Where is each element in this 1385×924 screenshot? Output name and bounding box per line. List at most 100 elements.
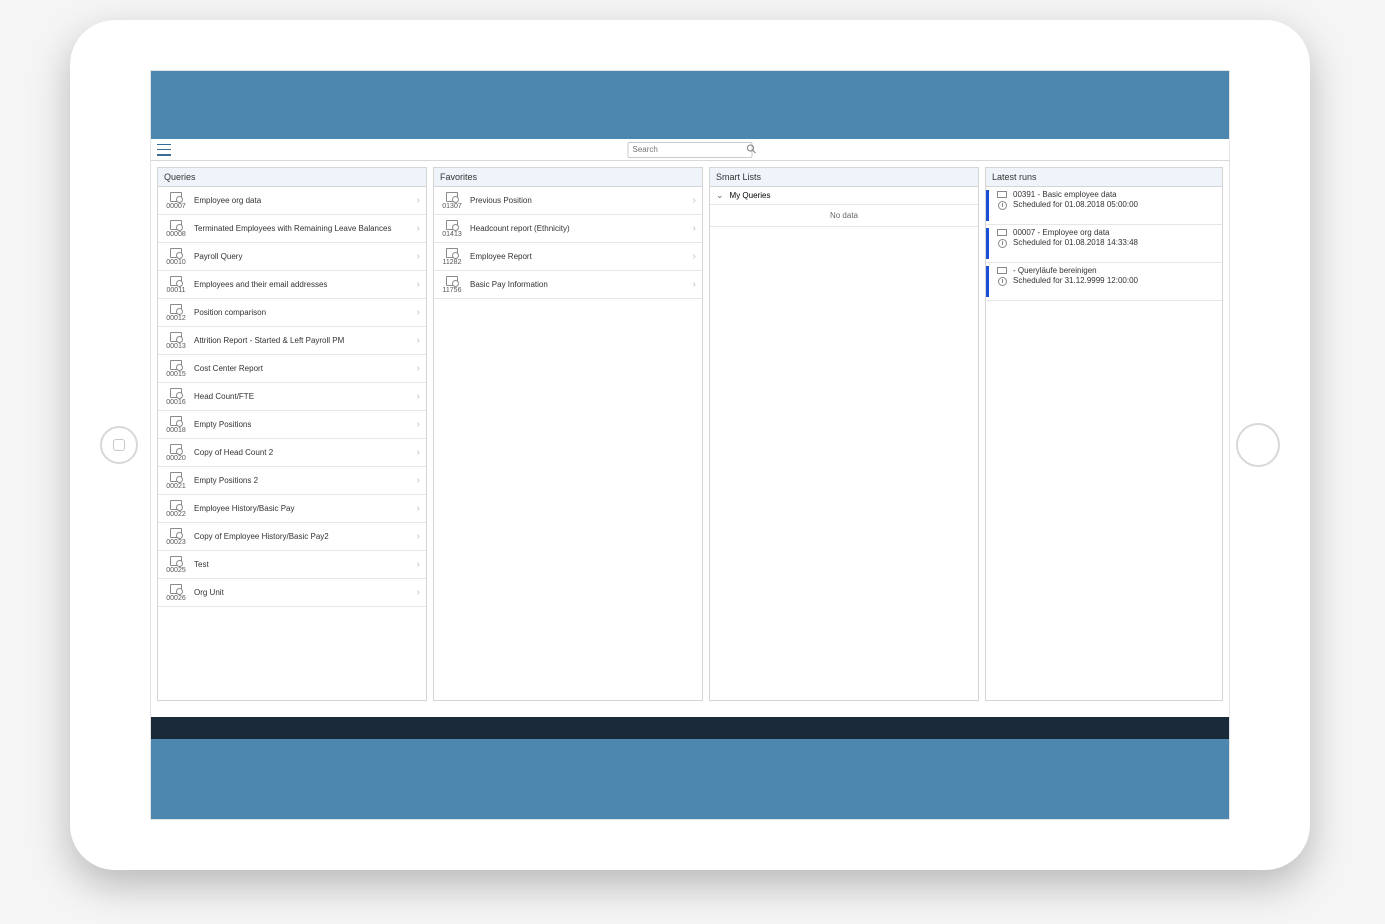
smart-list-group-my-queries[interactable]: ⌄ My Queries xyxy=(710,187,978,205)
query-icon: 00023 xyxy=(162,528,190,546)
query-row[interactable]: 00015Cost Center Report› xyxy=(158,355,426,383)
favorite-row[interactable]: 11282 Employee Report› xyxy=(434,243,702,271)
query-icon: 00020 xyxy=(162,444,190,462)
favorites-panel: Favorites 01307Previous Position›01413He… xyxy=(433,167,703,701)
query-label: Terminated Employees with Remaining Leav… xyxy=(190,224,417,234)
query-id: 00022 xyxy=(166,511,185,518)
latest-run-item[interactable]: 00007 - Employee org dataScheduled for 0… xyxy=(986,225,1222,263)
latest-run-item[interactable]: 00391 - Basic employee dataScheduled for… xyxy=(986,187,1222,225)
favorite-row[interactable]: 01307Previous Position› xyxy=(434,187,702,215)
query-icon: 00011 xyxy=(162,276,190,294)
chevron-right-icon: › xyxy=(693,195,698,206)
query-label: Payroll Query xyxy=(190,252,417,262)
chevron-right-icon: › xyxy=(417,559,422,570)
query-label: Headcount report (Ethnicity) xyxy=(466,224,693,234)
chevron-right-icon: › xyxy=(417,503,422,514)
query-label: Employee org data xyxy=(190,196,417,206)
query-id: 11282 xyxy=(443,259,462,266)
search-box[interactable] xyxy=(628,142,753,158)
query-icon: 00025 xyxy=(162,556,190,574)
query-id: 00026 xyxy=(166,595,185,602)
query-row[interactable]: 00016Head Count/FTE› xyxy=(158,383,426,411)
query-label: Copy of Head Count 2 xyxy=(190,448,417,458)
queries-panel: Queries 00007 Employee org data › 00008Term… xyxy=(157,167,427,701)
query-icon: 00021 xyxy=(162,472,190,490)
toolbar xyxy=(151,139,1229,161)
chevron-right-icon: › xyxy=(417,335,422,346)
footer-blue-band xyxy=(151,739,1229,819)
chevron-right-icon: › xyxy=(417,447,422,458)
smart-list-no-data: No data xyxy=(710,205,978,227)
query-label: Org Unit xyxy=(190,588,417,598)
query-id: 00015 xyxy=(166,371,185,378)
query-row[interactable]: 00025 Test› xyxy=(158,551,426,579)
run-schedule: Scheduled for 01.08.2018 05:00:00 xyxy=(1013,200,1138,210)
query-row[interactable]: 00023Copy of Employee History/Basic Pay2… xyxy=(158,523,426,551)
query-row[interactable]: 00026Org Unit› xyxy=(158,579,426,607)
query-row[interactable]: 00020Copy of Head Count 2› xyxy=(158,439,426,467)
query-icon: 00007 xyxy=(162,192,190,210)
footer-dark-band xyxy=(151,717,1229,739)
latest-runs-list: 00391 - Basic employee dataScheduled for… xyxy=(986,187,1222,700)
query-row[interactable]: 00008Terminated Employees with Remaining… xyxy=(158,215,426,243)
queries-panel-header: Queries xyxy=(158,168,426,187)
query-row[interactable]: 00010Payroll Query› xyxy=(158,243,426,271)
query-id: 00010 xyxy=(166,259,185,266)
envelope-icon xyxy=(997,229,1007,236)
chevron-right-icon: › xyxy=(417,307,422,318)
run-schedule: Scheduled for 31.12.9999 12:00:00 xyxy=(1013,276,1138,286)
run-schedule: Scheduled for 01.08.2018 14:33:48 xyxy=(1013,238,1138,248)
query-icon: 01413 xyxy=(438,220,466,238)
query-icon: 11756 xyxy=(438,276,466,294)
query-id: 00007 xyxy=(166,203,185,210)
query-row[interactable]: 00013Attrition Report - Started & Left P… xyxy=(158,327,426,355)
query-id: 00013 xyxy=(166,343,185,350)
chevron-right-icon: › xyxy=(693,223,698,234)
query-icon: 01307 xyxy=(438,192,466,210)
chevron-right-icon: › xyxy=(693,251,698,262)
run-text: - Queryläufe bereinigenScheduled for 31.… xyxy=(1009,266,1138,297)
run-title: 00391 - Basic employee data xyxy=(1013,190,1138,200)
search-input[interactable] xyxy=(629,145,747,154)
query-label: Test xyxy=(190,560,417,570)
query-icon: 00018 xyxy=(162,416,190,434)
run-icons xyxy=(995,190,1009,221)
query-icon: 00013 xyxy=(162,332,190,350)
query-row[interactable]: 00018Empty Positions› xyxy=(158,411,426,439)
query-label: Head Count/FTE xyxy=(190,392,417,402)
envelope-icon xyxy=(997,191,1007,198)
query-row[interactable]: 00011Employees and their email addresses… xyxy=(158,271,426,299)
favorite-row[interactable]: 01413 Headcount report (Ethnicity)› xyxy=(434,215,702,243)
query-row[interactable]: 00021Empty Positions 2› xyxy=(158,467,426,495)
query-row[interactable]: 00022Employee History/Basic Pay› xyxy=(158,495,426,523)
query-row[interactable]: 00012Position comparison› xyxy=(158,299,426,327)
chevron-down-icon: ⌄ xyxy=(716,190,724,201)
query-id: 01413 xyxy=(442,231,461,238)
chevron-right-icon: › xyxy=(417,531,422,542)
query-id: 00025 xyxy=(166,567,185,574)
query-label: Employee Report xyxy=(466,252,693,262)
smart-lists-panel: Smart Lists ⌄ My Queries No data xyxy=(709,167,979,701)
query-label: Copy of Employee History/Basic Pay2 xyxy=(190,532,417,542)
favorite-row[interactable]: 11756Basic Pay Information› xyxy=(434,271,702,299)
run-text: 00007 - Employee org dataScheduled for 0… xyxy=(1009,228,1138,259)
query-icon: 00008 xyxy=(162,220,190,238)
query-id: 11756 xyxy=(443,287,462,294)
footer-area xyxy=(151,707,1229,819)
query-icon: 00012 xyxy=(162,304,190,322)
clock-icon xyxy=(998,239,1007,248)
query-label: Empty Positions 2 xyxy=(190,476,417,486)
latest-run-item[interactable]: - Queryläufe bereinigenScheduled for 31.… xyxy=(986,263,1222,301)
query-label: Empty Positions xyxy=(190,420,417,430)
queries-list[interactable]: 00007 Employee org data › 00008Terminated E… xyxy=(158,187,426,700)
query-id: 01307 xyxy=(442,203,461,210)
smart-lists-body: ⌄ My Queries No data xyxy=(710,187,978,700)
query-id: 00016 xyxy=(166,399,185,406)
search-icon[interactable] xyxy=(747,144,757,156)
chevron-right-icon: › xyxy=(693,279,698,290)
run-icons xyxy=(995,266,1009,297)
query-row[interactable]: 00007Employee org data› xyxy=(158,187,426,215)
chevron-right-icon: › xyxy=(417,279,422,290)
menu-icon[interactable] xyxy=(157,144,171,156)
chevron-right-icon: › xyxy=(417,475,422,486)
